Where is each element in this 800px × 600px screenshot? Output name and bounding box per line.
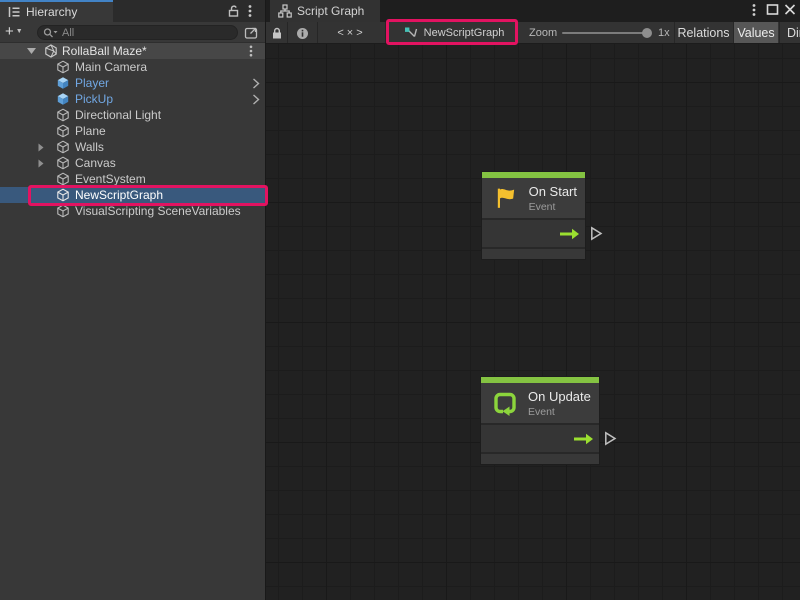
trigger-arrow-icon	[559, 228, 580, 240]
window-menu-kebab-icon[interactable]	[752, 3, 756, 17]
gameobject-cube-icon	[56, 108, 70, 122]
tree-item-newscriptgraph[interactable]: NewScriptGraph	[0, 187, 265, 203]
dropdown-caret-icon: ▼	[16, 25, 23, 39]
prefab-cube-icon	[56, 76, 70, 90]
breadcrumb-label: NewScriptGraph	[424, 27, 505, 39]
tree-item-pickup[interactable]: PickUp	[0, 91, 265, 107]
gameobject-cube-icon	[56, 188, 70, 202]
tree-item-plane[interactable]: Plane	[0, 123, 265, 139]
zoom-slider-knob[interactable]	[642, 28, 652, 38]
tree-item-label: Plane	[75, 124, 106, 138]
prefab-expand-chevron-icon[interactable]	[252, 78, 260, 89]
unlock-icon[interactable]	[227, 4, 240, 18]
close-icon[interactable]	[784, 3, 796, 16]
code-angle-brackets-icon: <×>	[337, 27, 365, 39]
search-icon	[43, 27, 58, 39]
node-header: On Update Event	[481, 383, 599, 423]
node-subtitle: Event	[529, 201, 577, 213]
tree-item-label: Canvas	[75, 156, 116, 170]
zoom-slider[interactable]	[562, 32, 650, 34]
script-graph-panel: Script Graph <×>	[265, 0, 800, 600]
maximize-icon[interactable]	[766, 3, 779, 16]
search-popout-icon[interactable]	[244, 25, 259, 40]
gameobject-cube-icon	[56, 204, 70, 218]
hierarchy-toolbar: + ▼ All	[0, 22, 265, 43]
node-output-row	[481, 423, 599, 454]
prefab-expand-chevron-icon[interactable]	[252, 94, 260, 105]
graph-icon	[278, 4, 292, 18]
hierarchy-search-input[interactable]: All	[37, 25, 238, 40]
zoom-value: 1x	[658, 27, 670, 39]
info-button[interactable]	[288, 22, 318, 44]
prefab-cube-icon	[56, 92, 70, 106]
graph-canvas[interactable]: On Start Event	[266, 44, 800, 600]
lock-button[interactable]	[266, 22, 288, 44]
node-footer	[482, 249, 585, 259]
node-on-start[interactable]: On Start Event	[481, 171, 586, 260]
tree-item-main-camera[interactable]: Main Camera	[0, 59, 265, 75]
node-subtitle: Event	[528, 406, 591, 418]
hierarchy-panel: Hierarchy + ▼ All	[0, 0, 265, 600]
tree-item-eventsystem[interactable]: EventSystem	[0, 171, 265, 187]
tree-item-label: VisualScripting SceneVariables	[75, 204, 241, 218]
node-title: On Start	[529, 184, 577, 199]
gameobject-cube-icon	[56, 124, 70, 138]
script-graph-tabbar: Script Graph	[266, 0, 800, 22]
gameobject-cube-icon	[56, 156, 70, 170]
unity-logo-icon	[44, 44, 58, 58]
relations-button[interactable]: Relations	[674, 22, 732, 44]
tab-hierarchy[interactable]: Hierarchy	[0, 0, 113, 22]
info-icon	[296, 27, 309, 40]
tree-item-player[interactable]: Player	[0, 75, 265, 91]
tree-item-label: NewScriptGraph	[75, 188, 163, 202]
gameobject-cube-icon	[56, 60, 70, 74]
api-button[interactable]: <×>	[318, 22, 386, 44]
zoom-label: Zoom	[529, 27, 557, 39]
collapse-triangle-icon[interactable]	[27, 48, 36, 54]
search-placeholder: All	[62, 27, 74, 39]
script-graph-asset-icon	[404, 26, 418, 40]
add-object-button[interactable]: + ▼	[5, 24, 31, 40]
output-port-icon[interactable]	[604, 431, 617, 446]
dim-button[interactable]: Dim	[779, 22, 800, 44]
output-port-icon[interactable]	[590, 226, 603, 241]
script-graph-tab-label: Script Graph	[297, 4, 364, 18]
gameobject-cube-icon	[56, 140, 70, 154]
node-footer	[481, 454, 599, 464]
flag-icon	[493, 185, 519, 211]
tree-item-label: Directional Light	[75, 108, 161, 122]
tree-item-label: PickUp	[75, 92, 113, 106]
tab-script-graph[interactable]: Script Graph	[270, 0, 380, 22]
scene-header-row[interactable]: RollaBall Maze*	[0, 43, 265, 59]
tree-item-canvas[interactable]: Canvas	[0, 155, 265, 171]
scene-menu-kebab-icon[interactable]	[249, 45, 253, 57]
hierarchy-tabbar: Hierarchy	[0, 0, 265, 22]
node-on-update[interactable]: On Update Event	[480, 376, 600, 465]
node-title: On Update	[528, 389, 591, 404]
trigger-arrow-icon	[573, 433, 594, 445]
plus-icon: +	[5, 25, 14, 39]
tree-item-label: Player	[75, 76, 109, 90]
tree-item-visualscripting-scenevariables[interactable]: VisualScripting SceneVariables	[0, 203, 265, 219]
node-header: On Start Event	[482, 178, 585, 218]
expand-triangle-icon[interactable]	[38, 159, 44, 168]
loop-icon	[492, 390, 518, 416]
hierarchy-tab-label: Hierarchy	[26, 5, 77, 19]
tree-item-walls[interactable]: Walls	[0, 139, 265, 155]
lock-icon	[271, 27, 283, 40]
values-button[interactable]: Values	[733, 22, 778, 44]
expand-triangle-icon[interactable]	[38, 143, 44, 152]
graph-breadcrumb-button[interactable]: NewScriptGraph	[389, 22, 519, 44]
tree-item-directional-light[interactable]: Directional Light	[0, 107, 265, 123]
hierarchy-menu-kebab-icon[interactable]	[248, 4, 252, 18]
tree-item-label: Main Camera	[75, 60, 147, 74]
hierarchy-icon	[7, 5, 21, 19]
scene-name: RollaBall Maze*	[62, 44, 147, 58]
tree-item-label: EventSystem	[75, 172, 146, 186]
tree-item-label: Walls	[75, 140, 104, 154]
gameobject-cube-icon	[56, 172, 70, 186]
script-graph-toolbar: <×> NewScriptGraph Zoom 1x Relations Val…	[266, 22, 800, 44]
node-output-row	[482, 218, 585, 249]
